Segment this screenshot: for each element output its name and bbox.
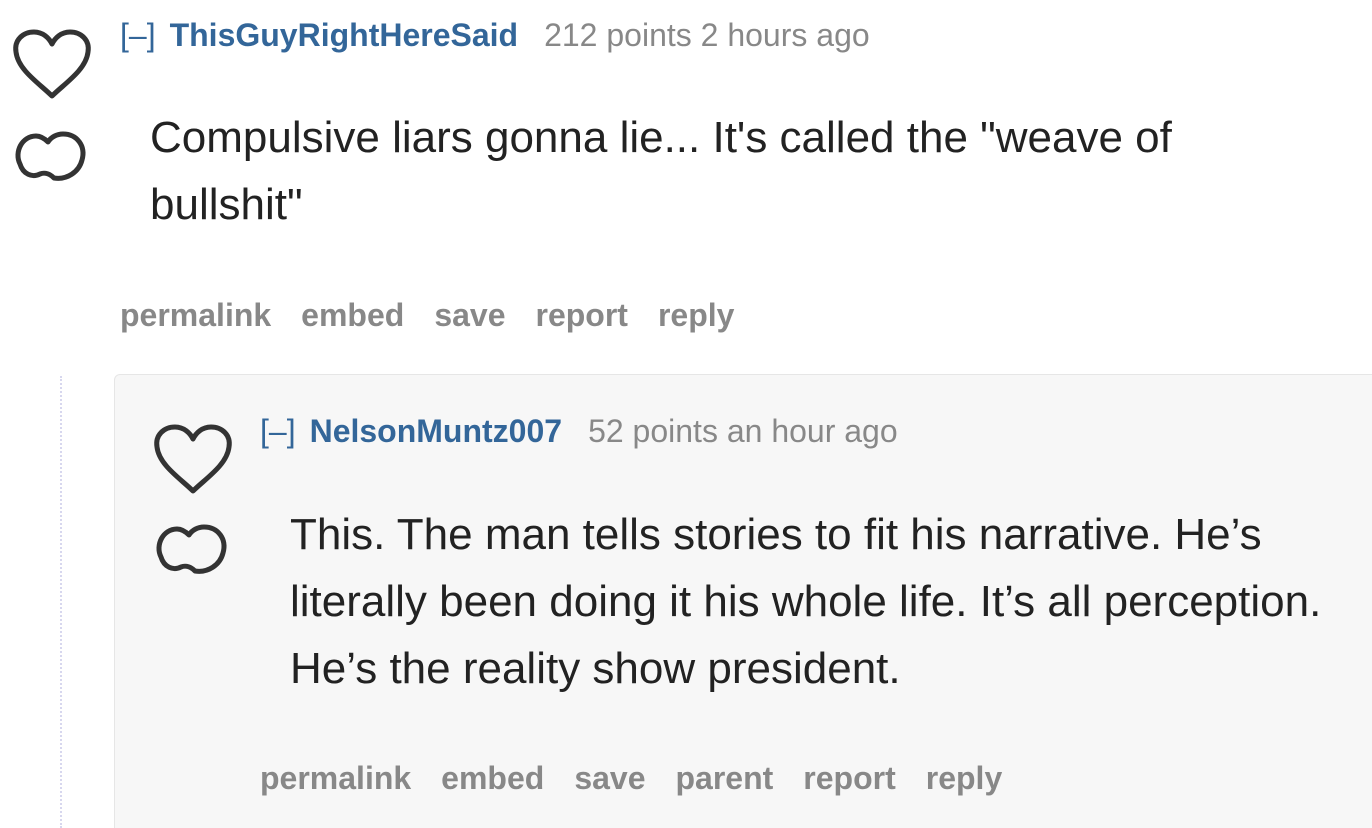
comment-actions: permalink embed save parent report reply: [260, 762, 1032, 794]
save-link[interactable]: save: [434, 297, 505, 333]
timestamp[interactable]: an hour ago: [727, 413, 898, 449]
author-link[interactable]: ThisGuyRightHereSaid: [170, 17, 519, 53]
timestamp[interactable]: 2 hours ago: [701, 17, 870, 53]
comment-actions: permalink embed save report reply: [120, 299, 764, 331]
save-link[interactable]: save: [574, 760, 645, 796]
thread-line[interactable]: [60, 376, 62, 828]
permalink-link[interactable]: permalink: [120, 297, 271, 333]
downvote-blob-icon[interactable]: [10, 122, 90, 188]
child-comment: [–] NelsonMuntz007 52 points an hour ago T…: [114, 374, 1372, 828]
comment-body: This. The man tells stories to fit his n…: [290, 510, 1322, 693]
comment-body: Compulsive liars gonna lie... It's calle…: [150, 113, 1172, 229]
embed-link[interactable]: embed: [441, 760, 544, 796]
reply-link[interactable]: reply: [658, 297, 734, 333]
author-link[interactable]: NelsonMuntz007: [310, 413, 562, 449]
score: 212 points: [544, 17, 692, 53]
reply-link[interactable]: reply: [926, 760, 1002, 796]
vote-column: [10, 28, 91, 198]
comment-tagline: [–] ThisGuyRightHereSaid 212 points 2 hour…: [120, 19, 870, 51]
score: 52 points: [588, 413, 718, 449]
vote-column: [151, 423, 232, 593]
report-link[interactable]: report: [536, 297, 628, 333]
comment-thread: [–] ThisGuyRightHereSaid 212 points 2 hour…: [0, 0, 1372, 828]
embed-link[interactable]: embed: [301, 297, 404, 333]
upvote-heart-icon[interactable]: [151, 423, 235, 497]
downvote-blob-icon[interactable]: [151, 515, 231, 581]
upvote-heart-icon[interactable]: [10, 28, 94, 102]
parent-link[interactable]: parent: [676, 760, 774, 796]
collapse-toggle[interactable]: [–]: [120, 17, 156, 53]
collapse-toggle[interactable]: [–]: [260, 413, 296, 449]
report-link[interactable]: report: [803, 760, 895, 796]
comment-tagline: [–] NelsonMuntz007 52 points an hour ago: [260, 415, 898, 447]
permalink-link[interactable]: permalink: [260, 760, 411, 796]
